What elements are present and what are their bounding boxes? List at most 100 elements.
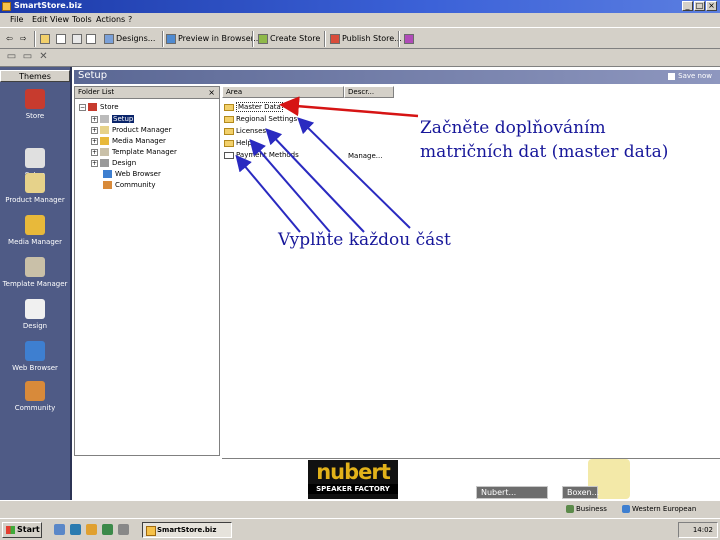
ad-banner: nubert SPEAKER FACTORY Nubert... Boxen..…	[222, 458, 720, 500]
taskbar-app-button[interactable]: SmartStore.biz	[142, 522, 232, 538]
web-browser-icon	[103, 170, 112, 178]
preview-button[interactable]: Preview in Browser...	[166, 33, 261, 46]
publish-store-button[interactable]: Publish Store...	[330, 33, 402, 46]
sidebar-item-design[interactable]: Design	[0, 299, 70, 339]
window-title: SmartStore.biz	[14, 1, 82, 10]
sidebar-header: Themes	[0, 70, 70, 82]
list-view-icon[interactable]	[56, 33, 68, 46]
sidebar-item-label: Design	[22, 322, 48, 330]
save-now-button[interactable]: Save now	[668, 72, 712, 80]
status-encoding: Western European	[622, 504, 696, 515]
maximize-button[interactable]: □	[694, 1, 705, 11]
page-title: Setup	[78, 70, 108, 81]
folder-icon	[224, 139, 234, 147]
annotation-master-data: Začněte doplňováním matričních dat (mast…	[420, 116, 668, 164]
menu-bar: File Edit View Tools Actions ?	[0, 13, 720, 27]
edit-icon[interactable]: ▭	[22, 52, 33, 63]
list-item-payment-methods[interactable]: Payment Methods	[224, 150, 299, 161]
web-browser-icon	[25, 341, 45, 361]
minimize-button[interactable]: _	[682, 1, 693, 11]
ad-tab-boxen[interactable]: Boxen...	[562, 486, 599, 499]
list-item-licenses[interactable]: Licenses	[224, 126, 266, 137]
list-item-master-data[interactable]: Master Data	[224, 102, 283, 113]
folder-icon	[224, 115, 234, 123]
sidebar-item-product-manager[interactable]: Product Manager	[0, 173, 70, 213]
column-header-area[interactable]: Area	[222, 86, 344, 98]
store-icon	[25, 89, 45, 109]
folder-list-pane: Folder List × − Store + Setup + Product Man…	[74, 86, 220, 456]
menu-help[interactable]: ?	[128, 15, 132, 24]
globe-icon	[622, 505, 630, 513]
folder-icon	[224, 127, 234, 135]
designs-icon	[104, 33, 114, 44]
create-store-icon	[258, 33, 268, 44]
system-tray-clock: 14:02	[678, 522, 718, 538]
folder-icon[interactable]	[86, 524, 97, 535]
community-icon	[103, 181, 112, 189]
toolbar: ⇦ ⇨ Designs... Preview in Browser... Cre…	[0, 27, 720, 49]
status-business: Business	[566, 504, 607, 515]
nubert-logo[interactable]: nubert SPEAKER FACTORY	[308, 460, 398, 499]
store-icon	[88, 103, 97, 111]
new-icon[interactable]: ▭	[6, 52, 17, 63]
tree-item-template-manager[interactable]: + Template Manager	[91, 147, 177, 158]
folder-icon[interactable]	[40, 33, 52, 46]
tiles-view-icon[interactable]	[72, 33, 84, 46]
tree-item-media-manager[interactable]: + Media Manager	[91, 136, 166, 147]
annotation-line-2: matričních dat (master data)	[420, 142, 669, 162]
product-manager-icon	[100, 126, 109, 134]
ad-tab-nubert[interactable]: Nubert...	[476, 486, 548, 499]
sidebar-item-web-browser[interactable]: Web Browser	[0, 341, 70, 381]
sidebar-item-media-manager[interactable]: Media Manager	[0, 215, 70, 255]
tree-item-community[interactable]: Community	[103, 180, 156, 191]
tree-item-design[interactable]: + Design	[91, 158, 136, 169]
menu-tools[interactable]: Tools	[72, 15, 92, 24]
folder-list-title: Folder List	[78, 88, 115, 96]
sidebar-item-store[interactable]: Store	[0, 89, 70, 129]
community-icon	[25, 381, 45, 401]
windows-logo-icon	[6, 526, 15, 534]
menu-file[interactable]: File	[10, 15, 23, 24]
delete-icon[interactable]: ✕	[38, 52, 49, 63]
media-manager-icon	[25, 215, 45, 235]
sidebar-item-label: Template Manager	[2, 280, 68, 288]
sidebar-item-community[interactable]: Community	[0, 381, 70, 421]
media-icon[interactable]	[102, 524, 113, 535]
column-header-description[interactable]: Descr...	[344, 86, 394, 98]
payment-methods-icon	[224, 151, 234, 159]
close-icon[interactable]: ×	[208, 87, 215, 98]
payment-methods-description: Manage...	[348, 152, 383, 160]
title-bar: SmartStore.biz _ □ ×	[0, 0, 720, 13]
design-icon	[100, 159, 109, 167]
tree-item-store[interactable]: − Store	[79, 102, 119, 113]
menu-edit[interactable]: Edit	[32, 15, 48, 24]
tree-item-setup[interactable]: + Setup	[91, 114, 135, 125]
business-icon	[566, 505, 574, 513]
forward-icon[interactable]: ⇨	[20, 33, 27, 46]
create-store-button[interactable]: Create Store	[258, 33, 320, 46]
tree-item-product-manager[interactable]: + Product Manager	[91, 125, 172, 136]
close-button[interactable]: ×	[706, 1, 717, 11]
properties-icon[interactable]	[86, 33, 98, 46]
ie-icon[interactable]	[70, 524, 81, 535]
menu-view[interactable]: View	[50, 15, 69, 24]
tree-item-web-browser[interactable]: Web Browser	[103, 169, 161, 180]
list-item-help[interactable]: Help	[224, 138, 252, 149]
back-icon[interactable]: ⇦	[6, 33, 13, 46]
list-item-regional-settings[interactable]: Regional Settings	[224, 114, 297, 125]
menu-actions[interactable]: Actions	[96, 15, 125, 24]
setup-icon	[25, 148, 45, 168]
sidebar-item-label: Web Browser	[12, 364, 58, 372]
status-bar: Business Western European	[0, 500, 720, 518]
extra-icon[interactable]	[404, 33, 416, 46]
sidebar-item-label: Community	[14, 404, 56, 412]
sidebar-item-template-manager[interactable]: Template Manager	[0, 257, 70, 297]
app-icon[interactable]	[118, 524, 129, 535]
start-button[interactable]: Start	[2, 522, 42, 538]
setup-icon	[100, 115, 109, 123]
template-manager-icon	[100, 148, 109, 156]
sidebar-item-label: Store	[25, 112, 45, 120]
media-manager-icon	[100, 137, 109, 145]
designs-button[interactable]: Designs...	[104, 33, 155, 46]
quick-launch-icon[interactable]	[54, 524, 65, 535]
